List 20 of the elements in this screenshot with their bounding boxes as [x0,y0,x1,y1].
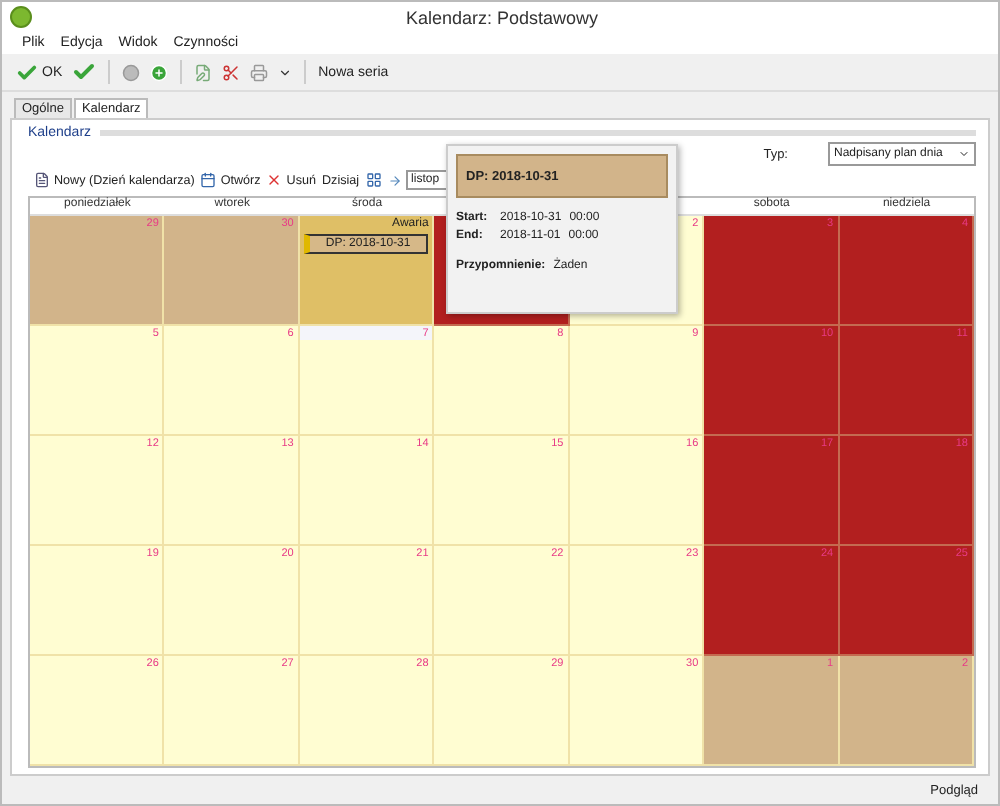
caret-icon [278,65,293,79]
grid-icon [365,172,382,188]
app-logo [10,6,32,28]
document-icon [34,172,50,188]
caret-icon [958,148,970,160]
toolbar-button[interactable] [220,63,243,81]
edit-icon [194,63,213,81]
toolbar-button[interactable] [276,65,295,79]
printer-icon [250,63,269,81]
scissors-icon [222,63,241,81]
close-icon [266,172,283,188]
add-icon [150,63,169,81]
icon-button[interactable] [363,172,384,188]
check-icon [16,61,38,83]
check-icon [72,60,97,84]
icon-button[interactable] [385,173,404,187]
circle-icon [122,63,141,81]
calendar-icon [200,172,217,188]
window-title: Kalendarz: Podstawowy [403,7,601,27]
arrow-icon [387,173,402,187]
